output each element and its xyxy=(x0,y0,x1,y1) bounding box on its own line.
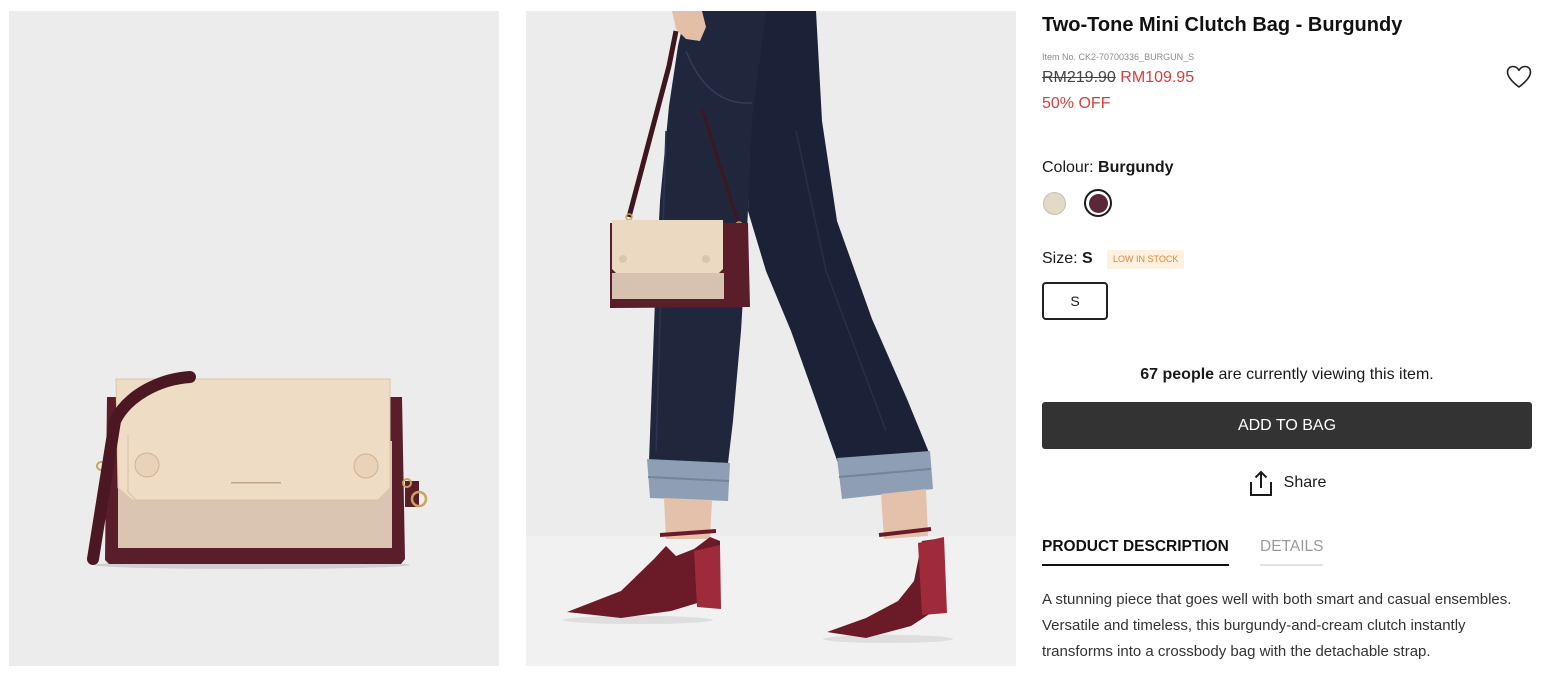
shoe-shadow-right xyxy=(823,635,953,643)
colour-label-text: Colour: xyxy=(1042,159,1094,176)
sale-price: RM109.95 xyxy=(1120,69,1195,86)
colour-swatch-dot xyxy=(1088,193,1108,213)
viewers-notice: 67 people are currently viewing this ite… xyxy=(1042,365,1532,385)
shoe-left-heel xyxy=(694,545,721,609)
bag-button-left xyxy=(134,452,160,478)
colour-selected: Burgundy xyxy=(1098,159,1174,176)
colour-swatch-selected[interactable] xyxy=(1084,189,1112,217)
bag-illustration xyxy=(87,371,428,569)
shoe-shadow-left xyxy=(563,616,713,624)
colour-swatch[interactable] xyxy=(1043,192,1066,215)
shoe-right-heel xyxy=(918,537,947,615)
product-image-model[interactable] xyxy=(526,11,1016,666)
bag-button-right xyxy=(353,453,379,479)
size-selected: S xyxy=(1082,250,1093,267)
product-title: Two-Tone Mini Clutch Bag - Burgundy xyxy=(1042,14,1403,36)
product-info: Two-Tone Mini Clutch Bag - Burgundy Item… xyxy=(1042,0,1532,677)
size-label-text: Size: xyxy=(1042,250,1078,267)
bag-worn-flap xyxy=(612,220,723,277)
viewers-text: are currently viewing this item. xyxy=(1218,366,1434,383)
size-label: Size: S xyxy=(1042,249,1093,269)
item-number: Item No. CK2-70700336_BURGUN_S xyxy=(1042,52,1195,62)
discount-label: 50% OFF xyxy=(1042,95,1111,112)
original-price: RM219.90 xyxy=(1042,69,1116,86)
bag-worn-button-left xyxy=(619,255,627,263)
stock-badge: LOW IN STOCK xyxy=(1107,250,1185,269)
tab-details[interactable]: DETAILS xyxy=(1260,537,1324,566)
share-button[interactable]: Share xyxy=(1042,469,1532,497)
bag-worn-lower xyxy=(612,273,724,299)
viewers-count: 67 people xyxy=(1140,366,1215,383)
size-option-s[interactable]: S xyxy=(1042,282,1108,320)
bag-flap xyxy=(115,378,391,501)
heart-icon[interactable] xyxy=(1506,64,1532,90)
add-to-bag-button[interactable]: ADD TO BAG xyxy=(1042,402,1532,449)
price-row: RM219.90 RM109.95 xyxy=(1042,68,1194,88)
bag-logo-mark xyxy=(231,482,281,484)
tab-product-description[interactable]: PRODUCT DESCRIPTION xyxy=(1042,537,1229,566)
share-icon xyxy=(1249,470,1272,496)
jeans-back-leg xyxy=(748,11,930,466)
bag-worn-button-right xyxy=(702,255,710,263)
model-illustration xyxy=(526,11,1016,666)
product-image-front[interactable] xyxy=(9,11,499,666)
product-description: A stunning piece that goes well with bot… xyxy=(1042,591,1512,660)
share-label: Share xyxy=(1283,474,1327,491)
colour-label: Colour: Burgundy xyxy=(1042,158,1174,178)
